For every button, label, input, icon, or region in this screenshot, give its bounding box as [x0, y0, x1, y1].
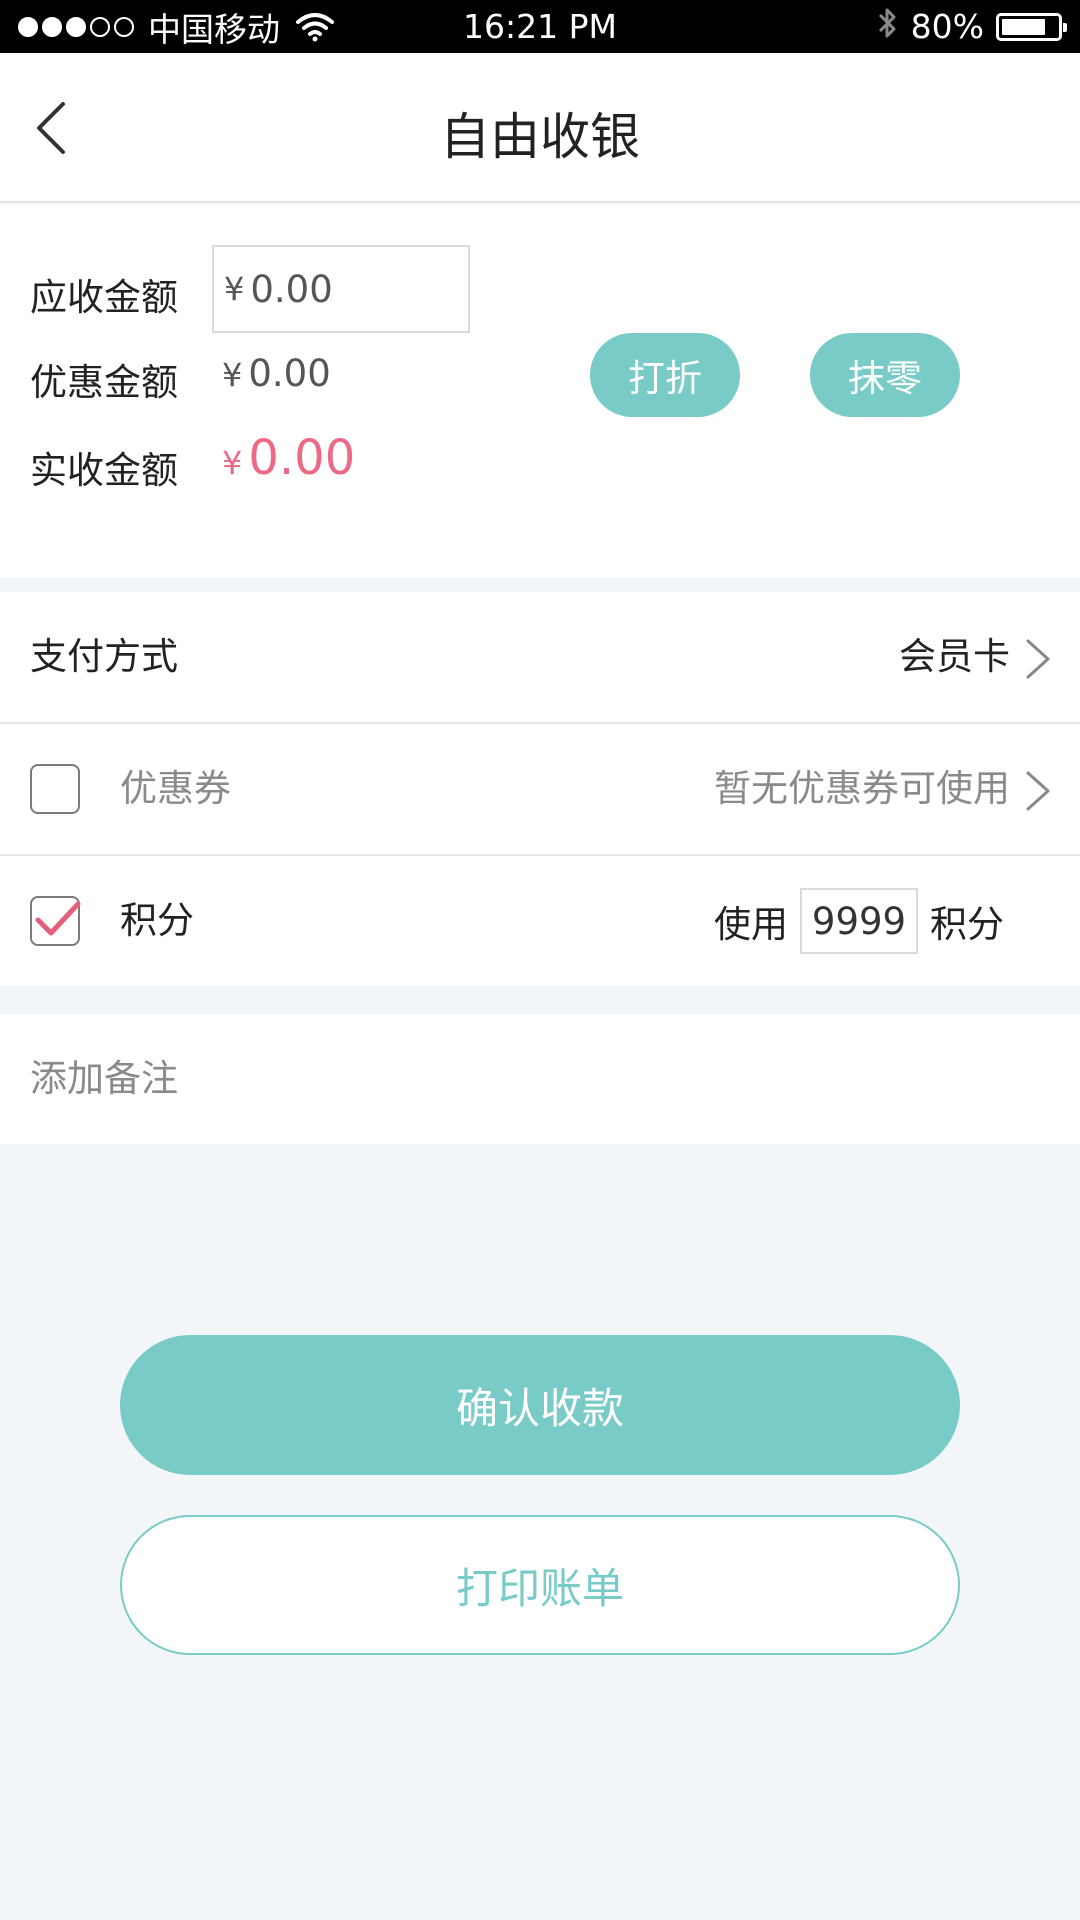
coupon-label: 优惠券 — [120, 767, 231, 810]
checkmark-icon — [35, 901, 81, 936]
payment-method-label: 支付方式 — [30, 635, 178, 678]
payment-method-value: 会员卡 — [899, 635, 1010, 678]
discount-label: 优惠金额 — [30, 361, 178, 404]
coupon-status: 暂无优惠券可使用 — [714, 767, 1010, 810]
nav-bar: 自由收银 — [0, 53, 1080, 203]
status-bar: 中国移动 16:21 PM 80% — [0, 0, 1080, 53]
actual-amount: ¥0.00 — [222, 430, 355, 486]
discount-button[interactable]: 打折 — [590, 333, 740, 417]
battery-percent: 80% — [910, 7, 984, 46]
currency-symbol: ¥ — [222, 444, 243, 482]
discount-amount-value: 0.00 — [248, 352, 331, 395]
page-title: 自由收银 — [440, 108, 640, 166]
round-off-button[interactable]: 抹零 — [810, 333, 960, 417]
payment-method-row[interactable]: 支付方式 会员卡 — [0, 592, 1080, 722]
chevron-right-icon — [1026, 771, 1050, 811]
discount-amount: ¥0.00 — [222, 352, 331, 395]
print-bill-button[interactable]: 打印账单 — [120, 1515, 960, 1655]
battery-icon — [996, 12, 1067, 41]
points-use-suffix: 积分 — [930, 903, 1004, 946]
chevron-right-icon — [1026, 639, 1050, 679]
confirm-payment-button[interactable]: 确认收款 — [120, 1335, 960, 1475]
points-amount-input[interactable]: 9999 — [800, 888, 918, 954]
currency-symbol: ¥ — [222, 356, 243, 394]
bluetooth-icon — [877, 5, 899, 49]
actual-amount-value: 0.00 — [248, 430, 356, 486]
points-use-prefix: 使用 — [714, 903, 788, 946]
battery-fill — [1002, 18, 1046, 35]
receivable-amount-value: 0.00 — [250, 267, 333, 311]
receivable-amount-input[interactable]: ¥ 0.00 — [212, 245, 470, 333]
receivable-label: 应收金额 — [30, 276, 178, 319]
note-row[interactable]: 添加备注 — [0, 1014, 1080, 1144]
amount-section: 应收金额 ¥ 0.00 优惠金额 ¥0.00 打折 抹零 实收金额 ¥0.00 — [0, 205, 1080, 578]
currency-symbol: ¥ — [224, 270, 245, 308]
actual-label: 实收金额 — [30, 449, 178, 492]
points-use-group: 使用 9999 积分 — [714, 888, 1004, 954]
points-checkbox[interactable] — [30, 896, 81, 946]
status-right: 80% — [877, 0, 1067, 53]
note-input[interactable]: 添加备注 — [30, 1014, 178, 1144]
coupon-checkbox[interactable] — [30, 764, 80, 814]
points-label: 积分 — [120, 899, 194, 942]
coupon-row[interactable]: 优惠券 暂无优惠券可使用 — [0, 724, 1080, 854]
points-row: 积分 使用 9999 积分 — [0, 856, 1080, 986]
